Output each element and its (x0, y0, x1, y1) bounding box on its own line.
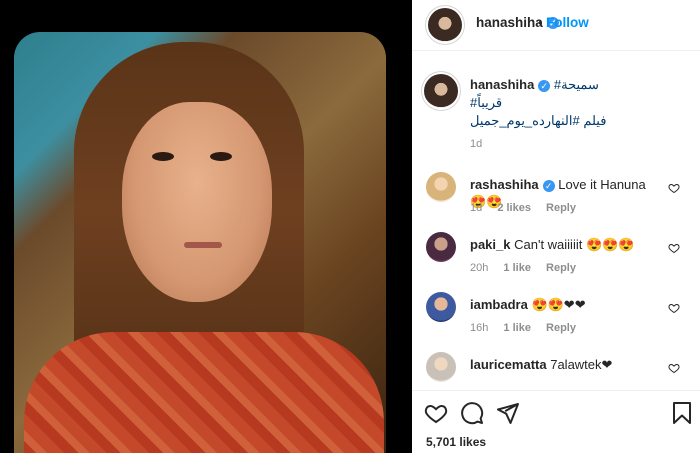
caption-author[interactable]: hanashiha (470, 77, 534, 92)
photo-face (122, 102, 272, 302)
caption-line-3[interactable]: فيلم #النهارده_يوم_جميل (470, 113, 606, 128)
photo-eye-left (152, 152, 174, 161)
verified-badge-icon: ✓ (542, 179, 555, 192)
commenter-avatar[interactable] (426, 232, 456, 262)
comment-text: iambadra 😍😍❤❤ (470, 296, 660, 313)
photo-shirt (24, 332, 384, 453)
comment-likes[interactable]: 1 like (503, 262, 531, 274)
comment-icon[interactable] (460, 401, 484, 425)
comment-like-heart-icon[interactable] (668, 362, 680, 374)
comment-text: lauricematta 7alawtek❤ (470, 356, 660, 373)
commenter-username[interactable]: lauricematta (470, 357, 547, 372)
bookmark-icon[interactable] (670, 401, 694, 425)
caption-text: hanashiha ✓ سميحة# قريباً# فيلم #النهارده… (470, 76, 690, 130)
separator-dot: • (538, 15, 543, 30)
reply-button[interactable]: Reply (546, 262, 576, 274)
heart-icon[interactable] (424, 401, 448, 425)
comment-likes[interactable]: 1 like (503, 322, 531, 334)
comment-item: paki_k Can't waiiiiit 😍😍😍 20h 1 like Rep… (412, 232, 700, 292)
caption-timestamp[interactable]: 1d (470, 138, 482, 150)
post-sidebar: hanashiha ✓ • Follow hanashiha ✓ سميحة# قر… (412, 0, 700, 454)
comment-body: Can't waiiiiit 😍😍😍 (514, 237, 635, 252)
comment-item: iambadra 😍😍❤❤ 16h 1 like Reply (412, 292, 700, 352)
post-image-pane[interactable] (0, 0, 412, 453)
comment-time[interactable]: 16h (470, 322, 488, 334)
share-icon[interactable] (496, 401, 520, 425)
comment-meta: 20h 1 like Reply (470, 262, 588, 274)
photo-eye-right (210, 152, 232, 161)
comment-meta: 16h 1 like Reply (470, 322, 588, 334)
commenter-username[interactable]: iambadra (470, 297, 528, 312)
commenter-username[interactable]: rashashiha (470, 177, 539, 192)
commenter-avatar[interactable] (426, 292, 456, 322)
author-avatar[interactable] (428, 8, 462, 42)
caption-hashtag-1[interactable]: سميحة# (554, 77, 599, 92)
likes-count[interactable]: 5,701 likes (426, 435, 486, 449)
post-photo[interactable] (14, 32, 386, 453)
comment-likes[interactable]: 2 likes (497, 202, 531, 214)
verified-badge-icon: ✓ (538, 79, 551, 92)
reply-button[interactable]: Reply (546, 202, 576, 214)
reply-button[interactable]: Reply (546, 322, 576, 334)
comment-time[interactable]: 1d (470, 202, 482, 214)
comment-like-heart-icon[interactable] (668, 242, 680, 254)
comment-text: paki_k Can't waiiiiit 😍😍😍 (470, 236, 660, 253)
photo-mouth (184, 242, 222, 248)
commenter-avatar[interactable] (426, 352, 456, 382)
comment-like-heart-icon[interactable] (668, 182, 680, 194)
post-header: hanashiha ✓ • Follow (412, 0, 700, 51)
post-actions-bar: 5,701 likes (412, 390, 700, 454)
commenter-username[interactable]: paki_k (470, 237, 510, 252)
caption-author-avatar[interactable] (424, 74, 458, 108)
follow-button[interactable]: Follow (546, 15, 589, 30)
comment-item: rashashiha ✓ Love it Hanuna😍😍 1d 2 likes … (412, 172, 700, 232)
comment-like-heart-icon[interactable] (668, 302, 680, 314)
comment-body: 😍😍❤❤ (531, 297, 586, 312)
comment-meta: 1d 2 likes Reply (470, 202, 588, 214)
commenter-avatar[interactable] (426, 172, 456, 202)
comment-time[interactable]: 20h (470, 262, 488, 274)
comment-body: 7alawtek❤ (550, 357, 613, 372)
caption-hashtag-2[interactable]: قريباً# (470, 95, 502, 110)
